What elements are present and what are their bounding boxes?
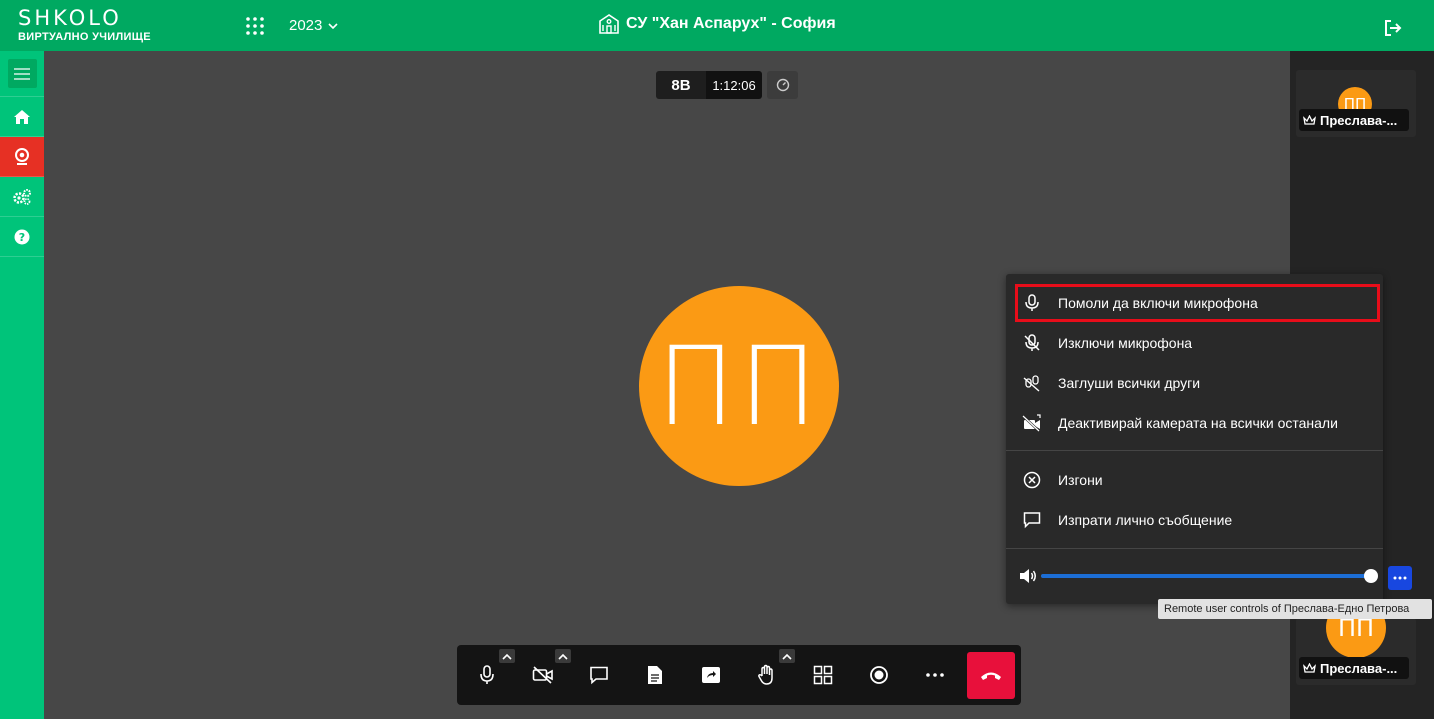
menu-item-label: Изгони [1058, 472, 1103, 488]
menu-item-kick[interactable]: Изгони [1006, 460, 1383, 500]
meeting-timer: 1:12:06 [706, 71, 762, 99]
gears-icon [13, 188, 31, 205]
menu-divider [1006, 548, 1383, 549]
participant-thumbnail[interactable]: ПП Преслава-... [1296, 618, 1416, 685]
crown-icon [1303, 662, 1316, 673]
chevron-up-icon [502, 653, 512, 660]
chat-icon [1022, 510, 1042, 530]
document-icon [648, 666, 662, 684]
raise-hand-button[interactable] [751, 659, 783, 691]
tooltip: Remote user controls of Преслава-Едно Пе… [1158, 599, 1432, 619]
participant-name-tag: Преслава-... [1299, 657, 1409, 679]
help-icon: ? [14, 229, 30, 244]
sidebar-item-settings[interactable] [0, 177, 44, 217]
record-button[interactable] [863, 659, 895, 691]
main-avatar-initials: ПП [656, 321, 822, 451]
menu-item-private-message[interactable]: Изпрати лично съобщение [1006, 500, 1383, 540]
camera-off-icon [532, 666, 553, 684]
chat-button[interactable] [583, 659, 615, 691]
volume-icon [1018, 566, 1038, 586]
volume-slider[interactable] [1041, 569, 1378, 583]
menu-item-mute[interactable]: Изключи микрофона [1006, 323, 1383, 363]
school-icon [599, 14, 619, 34]
apps-grid-icon[interactable] [245, 16, 265, 36]
more-options-button[interactable] [919, 659, 951, 691]
participant-name: Преслава-... [1320, 112, 1398, 128]
menu-item-label: Изключи микрофона [1058, 335, 1193, 351]
share-screen-button[interactable] [695, 659, 727, 691]
menu-item-disable-cameras[interactable]: Деактивирай камерата на всички останали [1006, 403, 1383, 443]
meeting-toolbar [457, 645, 1021, 705]
logo[interactable]: SHKOLO ВИРТУАЛНО УЧИЛИЩЕ [18, 6, 151, 44]
participant-avatar: ПП [1326, 618, 1386, 658]
menu-divider [1006, 450, 1383, 451]
mute-all-icon [1022, 373, 1042, 393]
more-icon [1393, 576, 1407, 580]
remote-controls-button[interactable] [1388, 566, 1412, 590]
kick-icon [1022, 470, 1042, 490]
microphone-icon [1022, 293, 1042, 313]
record-icon [870, 666, 888, 684]
leave-meeting-button[interactable] [967, 652, 1015, 699]
school-name: СУ "Хан Аспарух" - София [626, 15, 836, 32]
hangup-icon [981, 672, 1001, 680]
chat-icon [590, 666, 608, 685]
school-title: СУ "Хан Аспарух" - София [598, 14, 836, 34]
chevron-up-icon [558, 653, 568, 660]
raise-hand-icon [758, 664, 773, 685]
volume-control [1006, 561, 1383, 591]
chevron-up-icon [782, 653, 792, 660]
sidebar-item-help[interactable]: ? [0, 217, 44, 257]
sidebar-item-video[interactable] [0, 137, 44, 177]
more-icon [926, 673, 944, 677]
sidebar: ? [0, 51, 44, 719]
top-bar: SHKOLO ВИРТУАЛНО УЧИЛИЩЕ 2023 СУ "Хан Ас… [0, 0, 1434, 51]
logo-subtitle: ВИРТУАЛНО УЧИЛИЩЕ [18, 31, 151, 43]
microphone-off-icon [1022, 333, 1042, 353]
microphone-icon [480, 665, 494, 684]
camera-options-button[interactable] [555, 649, 571, 663]
webcam-icon [15, 147, 29, 165]
participant-thumbnail[interactable]: ПП Преслава-... [1296, 70, 1416, 137]
menu-item-label: Деактивирай камерата на всички останали [1058, 415, 1338, 431]
volume-slider-handle[interactable] [1364, 569, 1378, 583]
room-info: 8В 1:12:06 [656, 71, 762, 99]
volume-slider-fill [1041, 574, 1371, 578]
microphone-options-button[interactable] [499, 649, 515, 663]
menu-item-label: Помоли да включи микрофона [1058, 295, 1258, 311]
main-speaker-avatar: ПП [639, 286, 839, 486]
logo-wordmark: SHKOLO [18, 6, 122, 30]
reactions-options-button[interactable] [779, 649, 795, 663]
tile-view-icon [813, 665, 833, 685]
svg-text:?: ? [19, 231, 25, 244]
participant-name-tag: Преслава-... [1299, 109, 1409, 131]
room-name: 8В [656, 71, 706, 99]
toggle-camera-button[interactable] [527, 659, 559, 691]
camera-off-all-icon [1022, 413, 1042, 433]
logout-icon[interactable] [1383, 18, 1403, 38]
sidebar-item-home[interactable] [0, 97, 44, 137]
sidebar-item-menu[interactable] [0, 51, 44, 97]
year-label: 2023 [289, 17, 323, 34]
toggle-microphone-button[interactable] [471, 659, 503, 691]
chevron-down-icon [328, 22, 338, 29]
menu-icon [7, 59, 37, 88]
documents-button[interactable] [639, 659, 671, 691]
crown-icon [1303, 114, 1316, 125]
participant-name: Преслава-... [1320, 660, 1398, 676]
share-screen-icon [702, 667, 720, 683]
speedometer-icon [776, 78, 789, 92]
menu-item-mute-others[interactable]: Заглуши всички други [1006, 363, 1383, 403]
menu-item-label: Изпрати лично съобщение [1058, 512, 1233, 528]
tile-view-button[interactable] [807, 659, 839, 691]
menu-item-ask-unmute[interactable]: Помоли да включи микрофона [1006, 283, 1383, 323]
year-selector[interactable]: 2023 [289, 17, 338, 34]
home-icon [14, 109, 30, 124]
connection-quality-button[interactable] [767, 71, 798, 99]
menu-item-label: Заглуши всички други [1058, 375, 1201, 391]
remote-user-menu: Помоли да включи микрофона Изключи микро… [1006, 274, 1383, 604]
participant-initials: ПП [1337, 618, 1375, 642]
